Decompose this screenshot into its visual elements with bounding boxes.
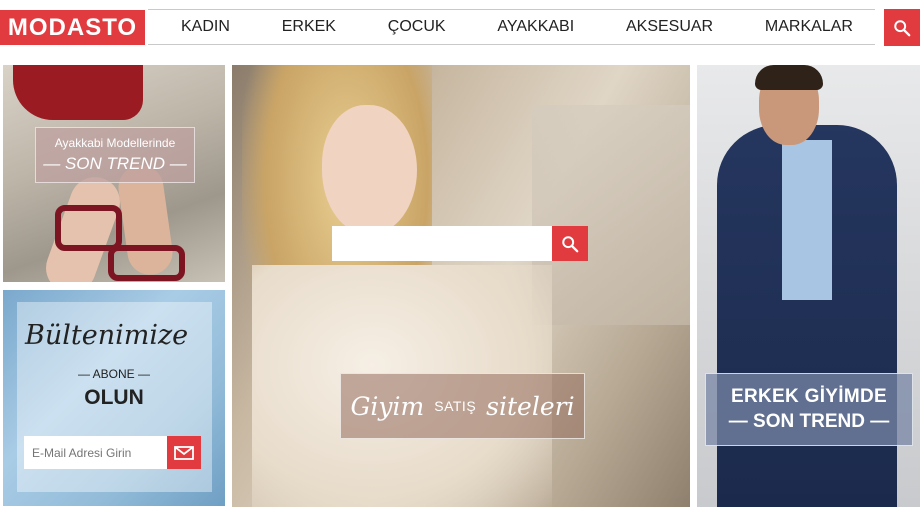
nav-item-erkek[interactable]: ERKEK (282, 18, 336, 36)
caption-giyim: Giyim (350, 391, 425, 421)
logo[interactable]: MODASTO (0, 10, 145, 45)
nav-item-ayakkabi[interactable]: AYAKKABI (497, 18, 574, 36)
hero-panel: Giyim SATIŞ siteleri (232, 65, 690, 507)
search-icon (894, 19, 911, 36)
shoe-image (55, 205, 122, 251)
nav-item-aksesuar[interactable]: AKSESUAR (626, 18, 713, 36)
trend-subtitle: Ayakkabi Modellerinde (54, 136, 176, 150)
hero-search-input[interactable] (332, 226, 552, 261)
nav-item-cocuk[interactable]: ÇOCUK (388, 18, 446, 36)
trend-banner: Ayakkabi Modellerinde — SON TREND — (35, 127, 195, 183)
nav-item-markalar[interactable]: MARKALAR (765, 18, 853, 36)
shoe-image (108, 245, 185, 281)
caption-satis: SATIŞ (434, 398, 477, 414)
newsletter-panel: Bültenimize — ABONE — OLUN (3, 290, 225, 506)
newsletter-olun: OLUN (84, 386, 144, 409)
trend-title: — SON TREND — (43, 154, 187, 173)
men-trend-line1: ERKEK GİYİMDE (731, 386, 887, 407)
wall-image (532, 105, 690, 325)
hero-caption[interactable]: Giyim SATIŞ siteleri (340, 373, 585, 439)
men-trend-banner: ERKEK GİYİMDE — SON TREND — (705, 373, 913, 446)
envelope-icon (174, 445, 194, 460)
email-field[interactable] (24, 436, 167, 469)
man-shirt-image (782, 140, 832, 300)
shoes-promo-panel[interactable]: Ayakkabi Modellerinde — SON TREND — (3, 65, 225, 282)
header-search-button[interactable] (884, 9, 920, 46)
main-nav: KADIN ERKEK ÇOCUK AYAKKABI AKSESUAR MARK… (148, 9, 875, 45)
men-promo-panel[interactable]: ERKEK GİYİMDE — SON TREND — (697, 65, 920, 507)
search-icon (562, 235, 579, 252)
handbag-image (13, 65, 143, 120)
nav-item-kadin[interactable]: KADIN (181, 18, 230, 36)
newsletter-title: Bültenimize (25, 320, 189, 351)
caption-siteleri: siteleri (486, 391, 575, 421)
hero-search-button[interactable] (552, 226, 588, 261)
men-trend-line2: — SON TREND — (728, 411, 890, 432)
woman-face-image (322, 105, 417, 235)
subscribe-button[interactable] (167, 436, 201, 469)
newsletter-abone: — ABONE — (77, 367, 151, 381)
man-hair-image (755, 65, 823, 90)
